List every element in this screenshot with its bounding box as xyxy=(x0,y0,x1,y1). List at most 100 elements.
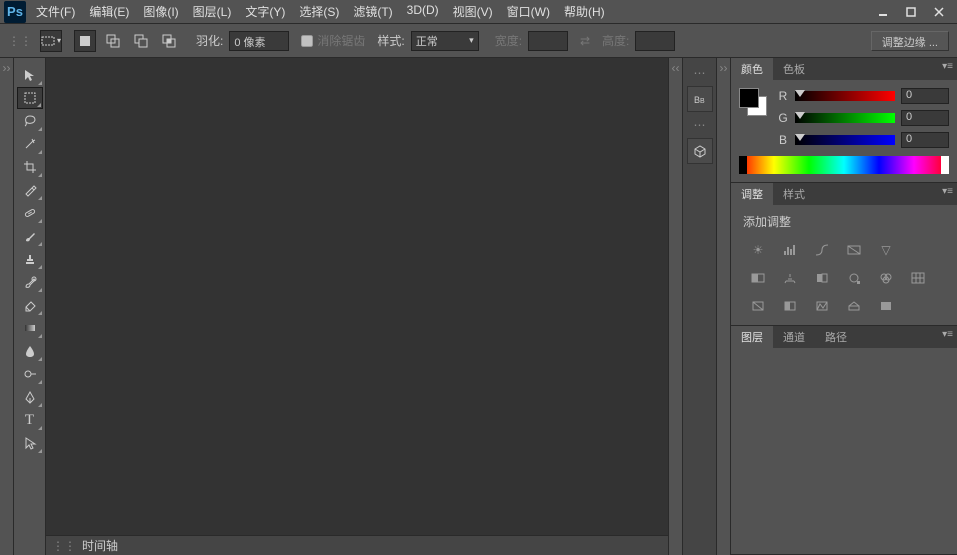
eyedropper-tool-icon[interactable] xyxy=(17,179,43,201)
maximize-button[interactable] xyxy=(897,2,925,22)
history-brush-tool-icon[interactable] xyxy=(17,271,43,293)
wand-tool-icon[interactable] xyxy=(17,133,43,155)
g-value[interactable]: 0 xyxy=(901,110,949,126)
close-button[interactable] xyxy=(925,2,953,22)
heal-tool-icon[interactable] xyxy=(17,202,43,224)
layers-body[interactable] xyxy=(731,348,957,518)
svg-text:B: B xyxy=(700,98,705,105)
antialias-checkbox[interactable]: 消除锯齿 xyxy=(301,32,365,49)
curves-icon[interactable] xyxy=(811,240,833,260)
crop-tool-icon[interactable] xyxy=(17,156,43,178)
feather-input[interactable]: 0 像素 xyxy=(229,31,289,51)
style-label: 样式: xyxy=(377,32,404,49)
lasso-tool-icon[interactable] xyxy=(17,110,43,132)
menu-filter[interactable]: 滤镜(T) xyxy=(347,0,398,23)
threshold-icon[interactable] xyxy=(811,296,833,316)
brightness-icon[interactable]: ☀ xyxy=(747,240,769,260)
tab-color[interactable]: 颜色 xyxy=(731,58,773,80)
type-tool-icon[interactable]: T xyxy=(17,409,43,431)
tab-styles[interactable]: 样式 xyxy=(773,183,815,205)
menu-bar: 文件(F) 编辑(E) 图像(I) 图层(L) 文字(Y) 选择(S) 滤镜(T… xyxy=(30,0,869,23)
right-panels: 颜色 色板 ▾≡ R 0 xyxy=(730,58,957,555)
eraser-tool-icon[interactable] xyxy=(17,294,43,316)
r-value[interactable]: 0 xyxy=(901,88,949,104)
mid-grip-2[interactable]: ⋯ xyxy=(694,118,706,132)
photo-filter-icon[interactable] xyxy=(843,268,865,288)
gradient-map-icon[interactable] xyxy=(843,296,865,316)
posterize-icon[interactable] xyxy=(779,296,801,316)
menu-layer[interactable]: 图层(L) xyxy=(187,0,238,23)
b-label: B xyxy=(777,133,789,147)
tab-adjust[interactable]: 调整 xyxy=(731,183,773,205)
toolbox: T xyxy=(14,58,46,555)
levels-icon[interactable] xyxy=(779,240,801,260)
refine-edge-button[interactable]: 调整边缘 ... xyxy=(871,31,949,51)
menu-view[interactable]: 视图(V) xyxy=(447,0,499,23)
antialias-label: 消除锯齿 xyxy=(317,32,365,49)
tab-layers[interactable]: 图层 xyxy=(731,326,773,348)
selection-intersect-icon[interactable] xyxy=(158,30,180,52)
color-lookup-icon[interactable] xyxy=(907,268,929,288)
timeline-label[interactable]: 时间轴 xyxy=(82,537,118,554)
adjust-panel-menu-icon[interactable]: ▾≡ xyxy=(942,186,953,197)
dock-collapse-left[interactable]: ‹‹ xyxy=(668,58,682,555)
color-spectrum[interactable] xyxy=(739,156,949,174)
brush-tool-icon[interactable] xyxy=(17,225,43,247)
invert-icon[interactable] xyxy=(747,296,769,316)
menu-edit[interactable]: 编辑(E) xyxy=(83,0,135,23)
marquee-tool-icon[interactable] xyxy=(17,87,43,109)
dodge-tool-icon[interactable] xyxy=(17,363,43,385)
foreground-background-swatch[interactable] xyxy=(739,88,767,116)
menu-image[interactable]: 图像(I) xyxy=(137,0,184,23)
style-select[interactable]: 正常▾ xyxy=(411,31,479,51)
color-balance-icon[interactable] xyxy=(779,268,801,288)
character-panel-icon[interactable]: BB xyxy=(687,86,713,112)
selective-color-icon[interactable] xyxy=(875,296,897,316)
collapsed-panel-group: ⋯ BB ⋯ xyxy=(682,58,716,555)
status-bar: ⋮⋮ 时间轴 xyxy=(46,535,668,555)
tab-paths[interactable]: 路径 xyxy=(815,326,857,348)
selection-subtract-icon[interactable] xyxy=(130,30,152,52)
hue-icon[interactable] xyxy=(747,268,769,288)
bw-icon[interactable] xyxy=(811,268,833,288)
gradient-tool-icon[interactable] xyxy=(17,317,43,339)
color-panel-menu-icon[interactable]: ▾≡ xyxy=(942,61,953,72)
stamp-tool-icon[interactable] xyxy=(17,248,43,270)
menu-file[interactable]: 文件(F) xyxy=(30,0,81,23)
channel-mixer-icon[interactable] xyxy=(875,268,897,288)
canvas[interactable] xyxy=(46,58,668,535)
menu-help[interactable]: 帮助(H) xyxy=(558,0,611,23)
antialias-check-input[interactable] xyxy=(301,35,313,47)
tab-channels[interactable]: 通道 xyxy=(773,326,815,348)
options-grip[interactable]: ⋮⋮ xyxy=(8,34,32,48)
menu-type[interactable]: 文字(Y) xyxy=(239,0,291,23)
3d-panel-icon[interactable] xyxy=(687,138,713,164)
b-slider[interactable] xyxy=(795,135,895,145)
tab-swatches[interactable]: 色板 xyxy=(773,58,815,80)
layers-panel-menu-icon[interactable]: ▾≡ xyxy=(942,329,953,340)
toolbox-collapse-handle[interactable]: ›› xyxy=(0,58,14,555)
path-select-tool-icon[interactable] xyxy=(17,432,43,454)
blur-tool-icon[interactable] xyxy=(17,340,43,362)
foreground-color[interactable] xyxy=(739,88,759,108)
r-slider[interactable] xyxy=(795,91,895,101)
workspace: ›› T ⋮⋮ 时间轴 ‹‹ ⋯ BB ⋯ ›› xyxy=(0,58,957,555)
tool-preset-icon[interactable]: ▾ xyxy=(40,30,62,52)
g-label: G xyxy=(777,111,789,125)
selection-new-icon[interactable] xyxy=(74,30,96,52)
b-value[interactable]: 0 xyxy=(901,132,949,148)
dock-collapse-right[interactable]: ›› xyxy=(716,58,730,555)
move-tool-icon[interactable] xyxy=(17,64,43,86)
menu-3d[interactable]: 3D(D) xyxy=(401,0,445,23)
vibrance-icon[interactable]: ▽ xyxy=(875,240,897,260)
menu-window[interactable]: 窗口(W) xyxy=(501,0,556,23)
mid-grip-1[interactable]: ⋯ xyxy=(694,66,706,80)
pen-tool-icon[interactable] xyxy=(17,386,43,408)
menu-select[interactable]: 选择(S) xyxy=(293,0,345,23)
minimize-button[interactable] xyxy=(869,2,897,22)
exposure-icon[interactable] xyxy=(843,240,865,260)
height-label: 高度: xyxy=(602,32,629,49)
selection-add-icon[interactable] xyxy=(102,30,124,52)
status-grip[interactable]: ⋮⋮ xyxy=(52,539,76,553)
g-slider[interactable] xyxy=(795,113,895,123)
